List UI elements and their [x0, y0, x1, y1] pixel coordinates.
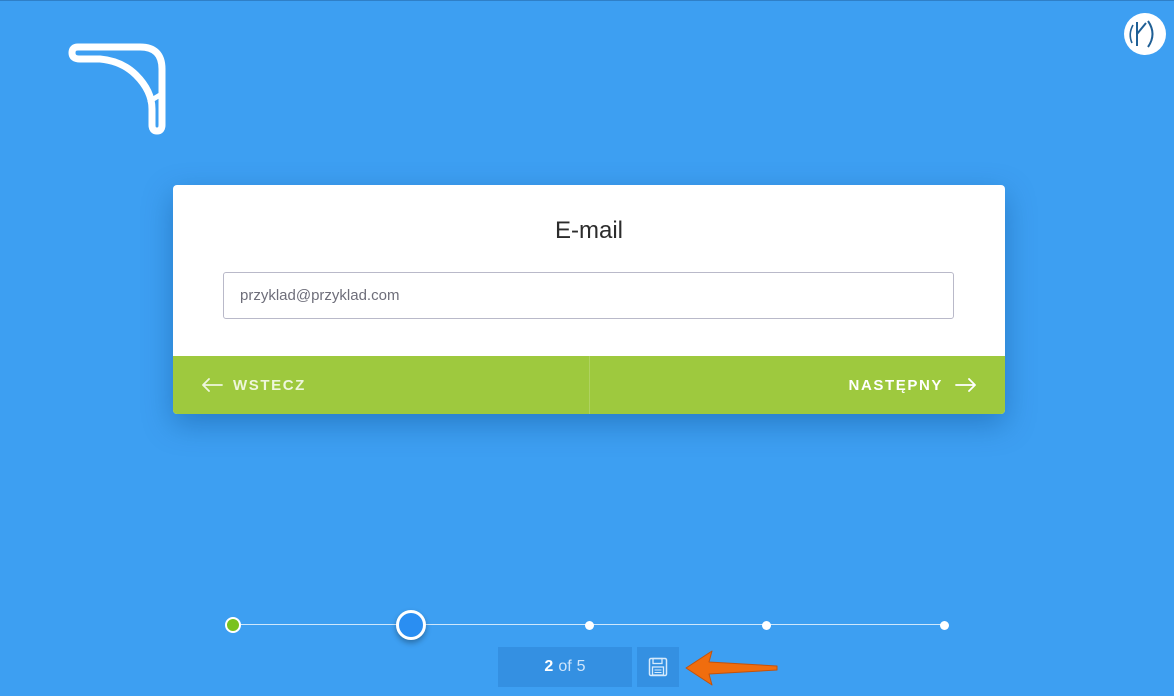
question-title: E-mail: [554, 217, 623, 244]
annotation-arrow-icon: [685, 650, 778, 686]
form-card: E-mail WSTECZ NASTĘPNY: [173, 185, 1005, 414]
next-button-label: NASTĘPNY: [848, 376, 943, 394]
card-actions: WSTECZ NASTĘPNY: [173, 356, 1005, 414]
next-button[interactable]: NASTĘPNY: [590, 356, 1006, 414]
arrow-right-icon: [955, 378, 976, 392]
progress-step-1[interactable]: [225, 617, 241, 633]
save-button[interactable]: [637, 647, 679, 687]
progress-step-3[interactable]: [585, 621, 594, 630]
arrow-left-icon: [202, 378, 223, 392]
back-button[interactable]: WSTECZ: [173, 356, 590, 414]
progress-step-4[interactable]: [762, 621, 771, 630]
brand-badge-icon[interactable]: [1124, 13, 1166, 55]
page-of-label: of: [558, 658, 572, 675]
page-current: 2: [544, 658, 554, 675]
save-icon: [648, 657, 668, 677]
boomerang-logo: [68, 43, 166, 135]
progress-step-5[interactable]: [940, 621, 949, 630]
email-input[interactable]: [223, 272, 954, 319]
progress-step-2[interactable]: [396, 610, 426, 640]
page-counter: 2 of 5: [498, 647, 632, 687]
page-total: 5: [576, 658, 586, 675]
back-button-label: WSTECZ: [233, 376, 306, 394]
